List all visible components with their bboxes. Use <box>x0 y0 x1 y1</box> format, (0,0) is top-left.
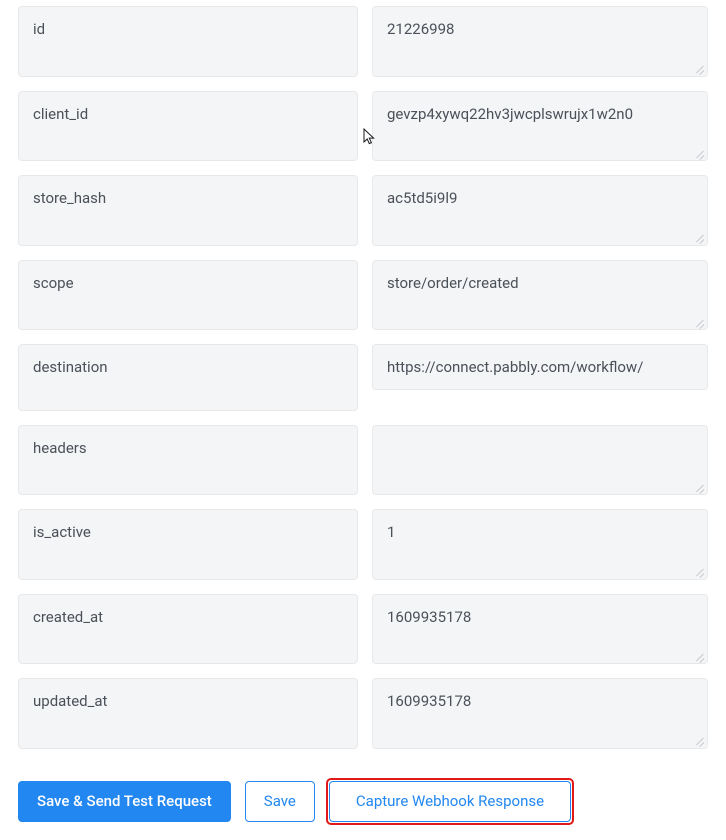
field-key-input[interactable] <box>18 594 358 665</box>
field-value-input[interactable] <box>372 509 708 580</box>
field-value-input[interactable] <box>372 175 708 246</box>
actions-bar: Save & Send Test Request Save Capture We… <box>18 781 708 822</box>
field-key-input[interactable] <box>18 91 358 162</box>
field-row-id <box>18 6 708 77</box>
fields-list <box>18 6 708 749</box>
field-row-is-active <box>18 509 708 580</box>
field-value-input[interactable] <box>372 91 708 162</box>
field-row-headers <box>18 425 708 496</box>
field-key-input[interactable] <box>18 344 358 411</box>
save-button[interactable]: Save <box>245 781 315 822</box>
field-key-input[interactable] <box>18 260 358 331</box>
field-row-updated-at <box>18 678 708 749</box>
highlight-box: Capture Webhook Response <box>329 781 571 822</box>
field-key-input[interactable] <box>18 509 358 580</box>
field-row-scope <box>18 260 708 331</box>
field-value-input[interactable] <box>372 6 708 77</box>
field-row-destination <box>18 344 708 411</box>
field-row-created-at <box>18 594 708 665</box>
field-value-input[interactable] <box>372 425 708 496</box>
save-send-test-request-button[interactable]: Save & Send Test Request <box>18 781 231 822</box>
field-key-input[interactable] <box>18 175 358 246</box>
field-key-input[interactable] <box>18 6 358 77</box>
field-value-input[interactable] <box>372 678 708 749</box>
field-value-input[interactable] <box>372 594 708 665</box>
field-row-client-id <box>18 91 708 162</box>
field-key-input[interactable] <box>18 678 358 749</box>
field-value-input[interactable] <box>372 344 708 390</box>
field-key-input[interactable] <box>18 425 358 496</box>
field-value-input[interactable] <box>372 260 708 331</box>
field-row-store-hash <box>18 175 708 246</box>
capture-webhook-response-button[interactable]: Capture Webhook Response <box>329 781 571 822</box>
